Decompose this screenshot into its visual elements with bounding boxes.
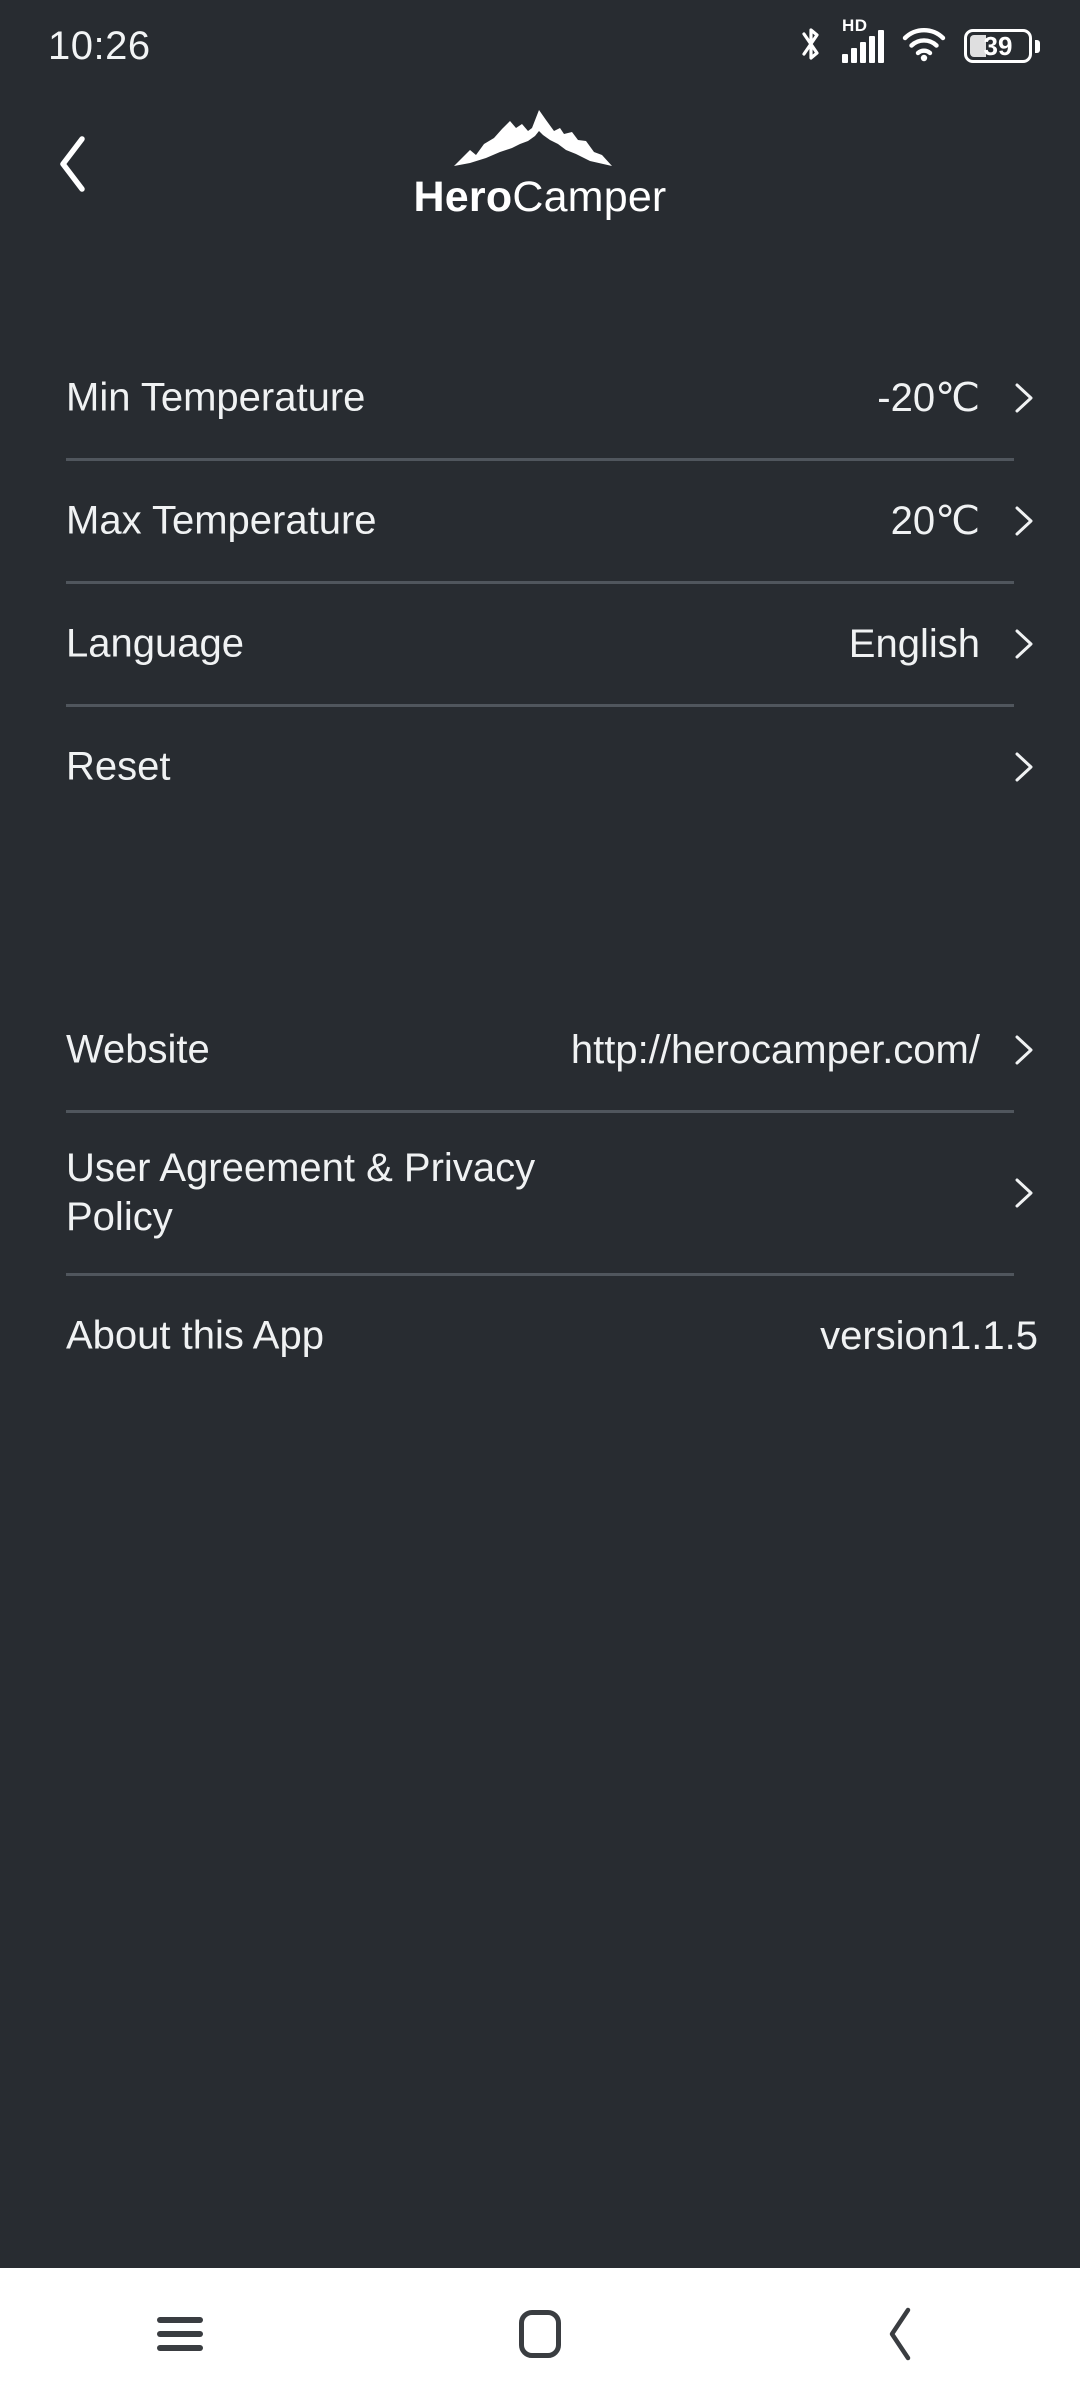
row-value: English [848, 621, 980, 666]
settings-row-reset[interactable]: Reset [0, 707, 1080, 827]
row-label: Language [66, 621, 244, 666]
chevron-right-icon [1015, 506, 1033, 536]
brand-logo: HeroCamper [0, 100, 1080, 219]
row-label: Max Temperature [66, 498, 377, 543]
status-clock: 10:26 [48, 23, 151, 68]
info-list: Website http://herocamper.com/ User Agre… [0, 990, 1080, 1396]
settings-list: Min Temperature -20℃ Max Temperature 20℃… [0, 338, 1080, 827]
network-type-label: HD [842, 16, 868, 35]
row-value: -20℃ [877, 376, 980, 420]
brand-wordmark: HeroCamper [414, 176, 667, 219]
nav-back-button[interactable] [825, 2284, 975, 2384]
row-value: 20℃ [890, 499, 980, 543]
settings-row-language[interactable]: Language English [0, 584, 1080, 704]
brand-name-light: Camper [512, 173, 667, 221]
home-square-icon [519, 2310, 561, 2358]
row-label: Min Temperature [66, 375, 366, 420]
hamburger-icon [157, 2317, 203, 2351]
info-row-website[interactable]: Website http://herocamper.com/ [0, 990, 1080, 1110]
status-icon-tray: HD 39 [798, 16, 1040, 68]
phone-screen: 10:26 HD 39 HeroCamper Min Temperature -… [0, 0, 1080, 2400]
info-row-about-this-app[interactable]: About this App version1.1.5 [0, 1276, 1080, 1396]
system-navigation-bar [0, 2268, 1080, 2400]
nav-recents-button[interactable] [105, 2284, 255, 2384]
chevron-left-icon [889, 2307, 911, 2361]
row-label: Website [66, 1027, 210, 1072]
mountain-icon [454, 110, 612, 166]
settings-row-max-temperature[interactable]: Max Temperature 20℃ [0, 461, 1080, 581]
battery-percent-label: 39 [983, 31, 1013, 61]
row-label: User Agreement & Privacy Policy [66, 1146, 536, 1239]
row-label: About this App [66, 1313, 324, 1358]
chevron-right-icon [1015, 1035, 1033, 1065]
app-header: HeroCamper [0, 92, 1080, 282]
chevron-right-icon [1015, 629, 1033, 659]
status-bar: 10:26 HD 39 [0, 0, 1080, 92]
chevron-right-icon [1015, 752, 1033, 782]
brand-name-bold: Hero [413, 173, 513, 221]
row-value: version1.1.5 [820, 1313, 1038, 1358]
row-value: http://herocamper.com/ [570, 1027, 980, 1072]
chevron-right-icon [1015, 1178, 1033, 1208]
signal-icon: HD [842, 16, 884, 63]
wifi-icon [902, 26, 946, 67]
settings-row-min-temperature[interactable]: Min Temperature -20℃ [0, 338, 1080, 458]
nav-home-button[interactable] [465, 2284, 615, 2384]
info-row-user-agreement-privacy-policy[interactable]: User Agreement & Privacy Policy [0, 1113, 1080, 1273]
battery-icon: 39 [964, 29, 1040, 63]
chevron-right-icon [1015, 383, 1033, 413]
bluetooth-icon [798, 25, 824, 68]
row-label: Reset [66, 744, 171, 789]
